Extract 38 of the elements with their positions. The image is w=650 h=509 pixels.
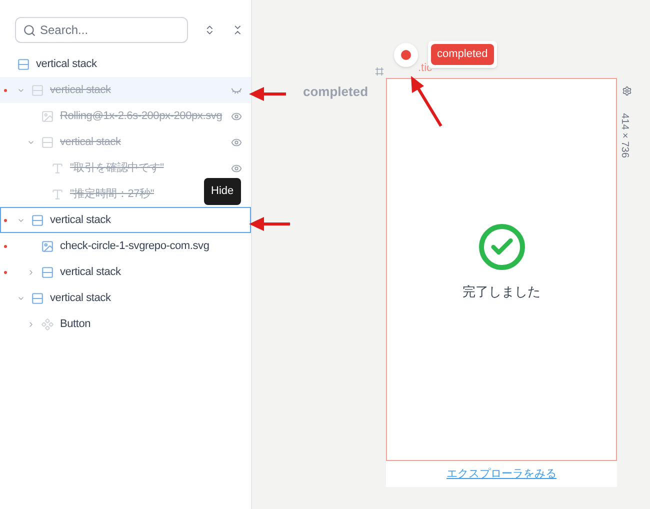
stack-icon: [41, 266, 54, 278]
text-icon: [51, 188, 64, 200]
layer-name[interactable]: vertical stack: [50, 290, 111, 306]
eye-icon[interactable]: [231, 111, 242, 122]
layer-name[interactable]: check-circle-1-svgrepo-com.svg: [60, 238, 210, 254]
frame-icon: [375, 67, 384, 76]
stack-icon: [17, 58, 30, 70]
search-icon: [23, 24, 36, 37]
eye-icon[interactable]: [231, 163, 242, 174]
annotation-arrow: [249, 217, 290, 231]
settings-icon[interactable]: [622, 86, 632, 96]
layer-row[interactable]: vertical stack: [0, 207, 251, 233]
layer-name: vertical stack: [50, 212, 111, 228]
stack-icon: [31, 214, 44, 226]
search-field[interactable]: Search...: [15, 17, 188, 43]
layer-name[interactable]: vertical stack: [60, 264, 121, 280]
component-icon: [41, 318, 54, 330]
frame-size: 414 × 736: [618, 113, 631, 158]
layer-name[interactable]: vertical stack: [36, 56, 97, 72]
stack-icon: [41, 136, 54, 148]
eye-closed-icon[interactable]: [231, 85, 242, 96]
annotation-arrow: [249, 87, 286, 101]
annotation-arrow: [411, 76, 442, 127]
status-dot-button[interactable]: [394, 43, 418, 67]
chevron-right-icon[interactable]: [27, 320, 35, 328]
stack-icon: [31, 84, 44, 96]
status-badge: completed: [431, 44, 494, 64]
eye-icon[interactable]: [231, 137, 242, 148]
text-icon: [51, 162, 64, 174]
stack-icon: [31, 292, 44, 304]
chevron-right-icon[interactable]: [27, 268, 35, 276]
state-label: completed: [303, 83, 368, 101]
image-icon: [41, 110, 54, 122]
layer-name: vertical stack: [50, 82, 111, 98]
image-icon: [41, 240, 54, 252]
layer-name[interactable]: Button: [60, 316, 91, 332]
tooltip: Hide: [204, 178, 241, 204]
success-message: 完了しました: [462, 282, 540, 301]
